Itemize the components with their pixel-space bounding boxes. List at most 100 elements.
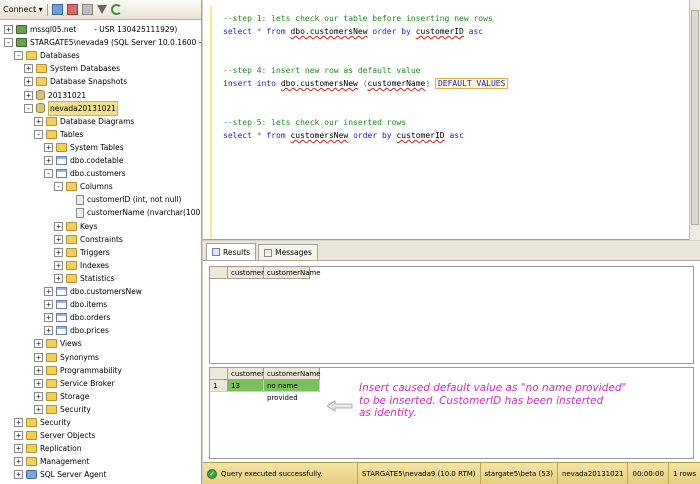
tree-node[interactable]: + dbo.prices — [44, 324, 109, 337]
tree-node[interactable]: - STARGATE5\nevada9 (SQL Server 10.0.1600… — [4, 36, 201, 49]
tree-node[interactable]: - Columns — [54, 180, 113, 193]
tree-node-label: Database Diagrams — [60, 116, 135, 126]
expand-icon[interactable]: + — [44, 287, 53, 296]
collapse-icon[interactable]: - — [54, 182, 63, 192]
tree-node[interactable]: + System Tables — [44, 141, 124, 154]
tree-node[interactable]: + Security — [14, 416, 71, 429]
tree-node[interactable]: + Synonyms — [34, 351, 99, 364]
tree-node[interactable]: + Views — [34, 337, 82, 350]
refresh-icon[interactable] — [110, 4, 122, 15]
tree-node[interactable]: + Service Broker — [34, 377, 115, 390]
editor-vertical-scrollbar[interactable] — [689, 0, 700, 240]
row-number[interactable]: 1 — [210, 380, 228, 392]
expand-icon[interactable]: + — [34, 365, 43, 375]
cell-customer-name[interactable]: no name provided — [264, 380, 320, 402]
collapse-icon[interactable]: - — [24, 103, 33, 113]
expand-icon[interactable]: + — [44, 313, 53, 323]
column-header[interactable]: customerID — [228, 368, 271, 380]
tree-node[interactable]: + Database Snapshots — [24, 75, 127, 88]
filter-icon[interactable] — [96, 5, 107, 14]
expand-icon[interactable]: + — [24, 90, 33, 100]
expand-icon[interactable]: + — [14, 470, 23, 480]
collapse-icon[interactable]: - — [14, 51, 23, 61]
tree-node[interactable]: + Keys — [54, 220, 98, 233]
column-header[interactable]: customerName — [264, 368, 321, 380]
folder-icon — [26, 418, 37, 427]
collapse-icon[interactable]: - — [4, 38, 13, 48]
column-header[interactable]: customerID — [228, 267, 271, 279]
tree-node[interactable]: + Statistics — [54, 272, 114, 285]
expand-icon[interactable]: + — [54, 247, 63, 257]
expand-icon[interactable]: + — [44, 326, 53, 336]
expand-icon[interactable]: + — [14, 418, 23, 427]
tree-node[interactable]: + Constraints — [54, 233, 123, 246]
expand-icon[interactable]: + — [14, 431, 23, 441]
expand-icon[interactable]: + — [4, 25, 13, 34]
tree-node[interactable]: + dbo.codetable — [44, 154, 123, 167]
code-line-5: --step 4: insert new row as default valu… — [223, 64, 508, 77]
tab-results[interactable]: Results — [206, 243, 257, 260]
tree-node[interactable]: + Triggers — [54, 246, 110, 259]
expand-icon[interactable]: + — [44, 300, 53, 310]
folder-icon — [46, 352, 57, 362]
expand-icon[interactable]: + — [54, 260, 63, 270]
tree-node[interactable]: + System Databases — [24, 62, 120, 75]
tree-node[interactable]: + Indexes — [54, 259, 109, 272]
query-text[interactable]: --step 1: lets check our table before in… — [223, 12, 509, 142]
expand-icon[interactable]: + — [24, 77, 33, 87]
stop-icon[interactable] — [81, 4, 93, 15]
query-editor[interactable]: --step 1: lets check our table before in… — [203, 0, 700, 240]
connect-button[interactable]: Connect ▾ — [3, 5, 43, 14]
tree-node[interactable]: - nevada20131021 — [24, 100, 118, 116]
expand-icon[interactable]: + — [34, 391, 43, 401]
cell-customer-id[interactable]: 13 — [228, 380, 264, 392]
expand-icon[interactable]: + — [14, 457, 23, 467]
tree-node[interactable]: + Programmability — [34, 364, 122, 377]
tree-node[interactable]: + Security — [34, 403, 91, 416]
scrollbar-thumb[interactable] — [691, 10, 699, 225]
expand-icon[interactable]: + — [54, 221, 63, 231]
object-explorer-toolbar: Connect ▾ — [0, 0, 201, 20]
toolbar-separator — [46, 3, 48, 16]
result-grid-1[interactable]: customerID customerName — [209, 266, 694, 364]
tree-node[interactable]: customerName (nvarchar(100), not null) — [64, 206, 201, 219]
column-header[interactable]: customerName — [264, 267, 321, 279]
expand-icon[interactable]: + — [44, 156, 53, 165]
tree-node[interactable]: - Databases — [14, 49, 80, 62]
expand-icon[interactable]: + — [24, 64, 33, 74]
folder-icon — [46, 404, 57, 414]
tree-node[interactable]: + Server Objects — [14, 429, 95, 442]
tree-node[interactable]: - Tables — [34, 128, 83, 141]
tree-node[interactable]: customerID (int, not null) — [64, 193, 181, 206]
tree-node[interactable]: + dbo.customersNew — [44, 285, 142, 298]
expand-icon[interactable]: + — [34, 352, 43, 362]
tree-node[interactable]: + SQL Server Agent — [14, 468, 106, 481]
tree-node[interactable]: + Database Diagrams — [34, 115, 134, 128]
expand-icon[interactable]: + — [54, 273, 63, 283]
tree-node[interactable]: + mssql05.net - USR 130425111929) — [4, 23, 177, 36]
expand-icon[interactable]: + — [54, 234, 63, 244]
expand-icon[interactable]: + — [34, 404, 43, 414]
expand-icon[interactable]: + — [14, 444, 23, 454]
tree-node[interactable]: + Management — [14, 455, 89, 468]
status-message: Query executed successfully. — [221, 469, 323, 478]
collapse-icon[interactable]: - — [44, 169, 53, 179]
expand-icon[interactable]: + — [34, 378, 43, 388]
tree-node[interactable]: + Storage — [34, 390, 89, 403]
tree-node-label: dbo.orders — [70, 313, 111, 323]
tree-node[interactable]: - dbo.customers — [44, 167, 126, 180]
collapse-icon[interactable]: - — [34, 129, 43, 139]
tree-node[interactable]: + dbo.items — [44, 298, 107, 311]
tree-node[interactable]: + Replication — [14, 442, 82, 455]
tree-node-label: Security — [60, 404, 91, 414]
tree-node[interactable]: + dbo.orders — [44, 311, 110, 324]
disconnect-icon[interactable] — [66, 4, 78, 15]
expand-icon[interactable]: + — [34, 116, 43, 126]
expand-icon[interactable]: + — [44, 142, 53, 152]
tree-node[interactable]: +20131021 — [24, 89, 86, 102]
expand-icon[interactable]: + — [34, 339, 43, 349]
connect-icon[interactable] — [51, 4, 63, 15]
comment-step4: --step 4: insert new row as default valu… — [223, 66, 421, 75]
tab-messages[interactable]: Messages — [258, 244, 318, 260]
tree-node-label: 20131021 — [48, 90, 87, 100]
